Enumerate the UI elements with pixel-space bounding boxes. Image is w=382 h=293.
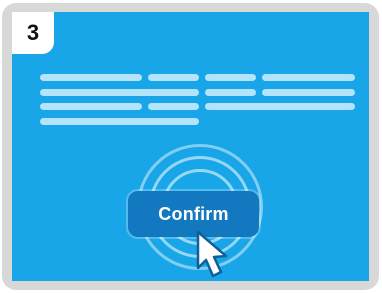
placeholder-line (40, 89, 199, 96)
mouse-pointer-icon (196, 230, 228, 278)
placeholder-line (148, 103, 199, 110)
placeholder-line (205, 74, 256, 81)
placeholder-line (40, 118, 199, 125)
placeholder-line (148, 74, 199, 81)
placeholder-line (262, 89, 355, 96)
placeholder-line (262, 74, 355, 81)
placeholder-line (40, 74, 142, 81)
placeholder-line (205, 103, 355, 110)
placeholder-line (205, 89, 256, 96)
placeholder-line (40, 103, 142, 110)
step-number-badge: 3 (12, 12, 54, 54)
